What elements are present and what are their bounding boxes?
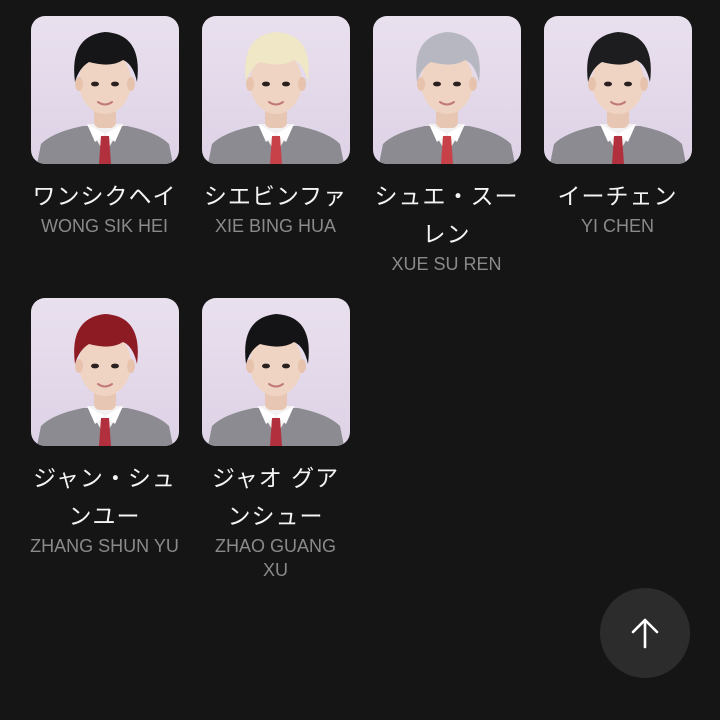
- trainee-name-jp: シュエ・スーレン: [374, 184, 519, 248]
- trainee-card[interactable]: ジャオ グアンシュー ZHAO GUANG XU: [201, 298, 350, 582]
- trainee-photo[interactable]: [30, 16, 179, 164]
- trainee-name-en: XIE BING HUA: [214, 216, 337, 236]
- trainee-photo[interactable]: [372, 16, 521, 164]
- trainee-name-jp: ワンシクヘイ: [32, 184, 177, 210]
- trainee-name-en: WONG SIK HEI: [40, 216, 168, 236]
- trainee-row: ワンシクヘイ WONG SIK HEI シエビンファ XIE BING HUA …: [30, 16, 692, 276]
- trainee-card[interactable]: シエビンファ XIE BING HUA: [201, 16, 350, 276]
- trainee-photo[interactable]: [30, 298, 179, 446]
- portrait-image: [36, 32, 173, 164]
- portrait-image: [549, 32, 686, 164]
- trainee-row: ジャン・シュンユー ZHANG SHUN YU ジャオ グアンシュー ZHAO …: [30, 298, 690, 582]
- trainee-photo[interactable]: [543, 16, 692, 164]
- trainee-name-jp: イーチェン: [557, 184, 678, 210]
- portrait-image: [207, 32, 344, 164]
- trainee-name-en: YI CHEN: [580, 216, 654, 236]
- trainee-name-en: XUE SU REN: [391, 254, 502, 274]
- scroll-to-top-button[interactable]: [600, 588, 690, 678]
- trainee-name-en: ZHANG SHUN YU: [30, 536, 179, 556]
- trainee-card[interactable]: シュエ・スーレン XUE SU REN: [372, 16, 521, 276]
- portrait-image: [36, 314, 173, 446]
- trainee-photo[interactable]: [201, 298, 350, 446]
- trainee-grid: ワンシクヘイ WONG SIK HEI シエビンファ XIE BING HUA …: [30, 16, 692, 582]
- trainee-name-jp: ジャオ グアンシュー: [211, 466, 340, 530]
- trainee-card[interactable]: イーチェン YI CHEN: [543, 16, 692, 276]
- trainee-name-jp: シエビンファ: [203, 184, 348, 210]
- portrait-image: [378, 32, 515, 164]
- portrait-image: [207, 314, 344, 446]
- trainee-card[interactable]: ジャン・シュンユー ZHANG SHUN YU: [30, 298, 179, 582]
- trainee-name-en: ZHAO GUANG XU: [214, 536, 336, 580]
- trainee-photo[interactable]: [201, 16, 350, 164]
- trainee-name-jp: ジャン・シュンユー: [33, 466, 176, 530]
- trainee-card[interactable]: ワンシクヘイ WONG SIK HEI: [30, 16, 179, 276]
- arrow-up-icon: [631, 618, 659, 649]
